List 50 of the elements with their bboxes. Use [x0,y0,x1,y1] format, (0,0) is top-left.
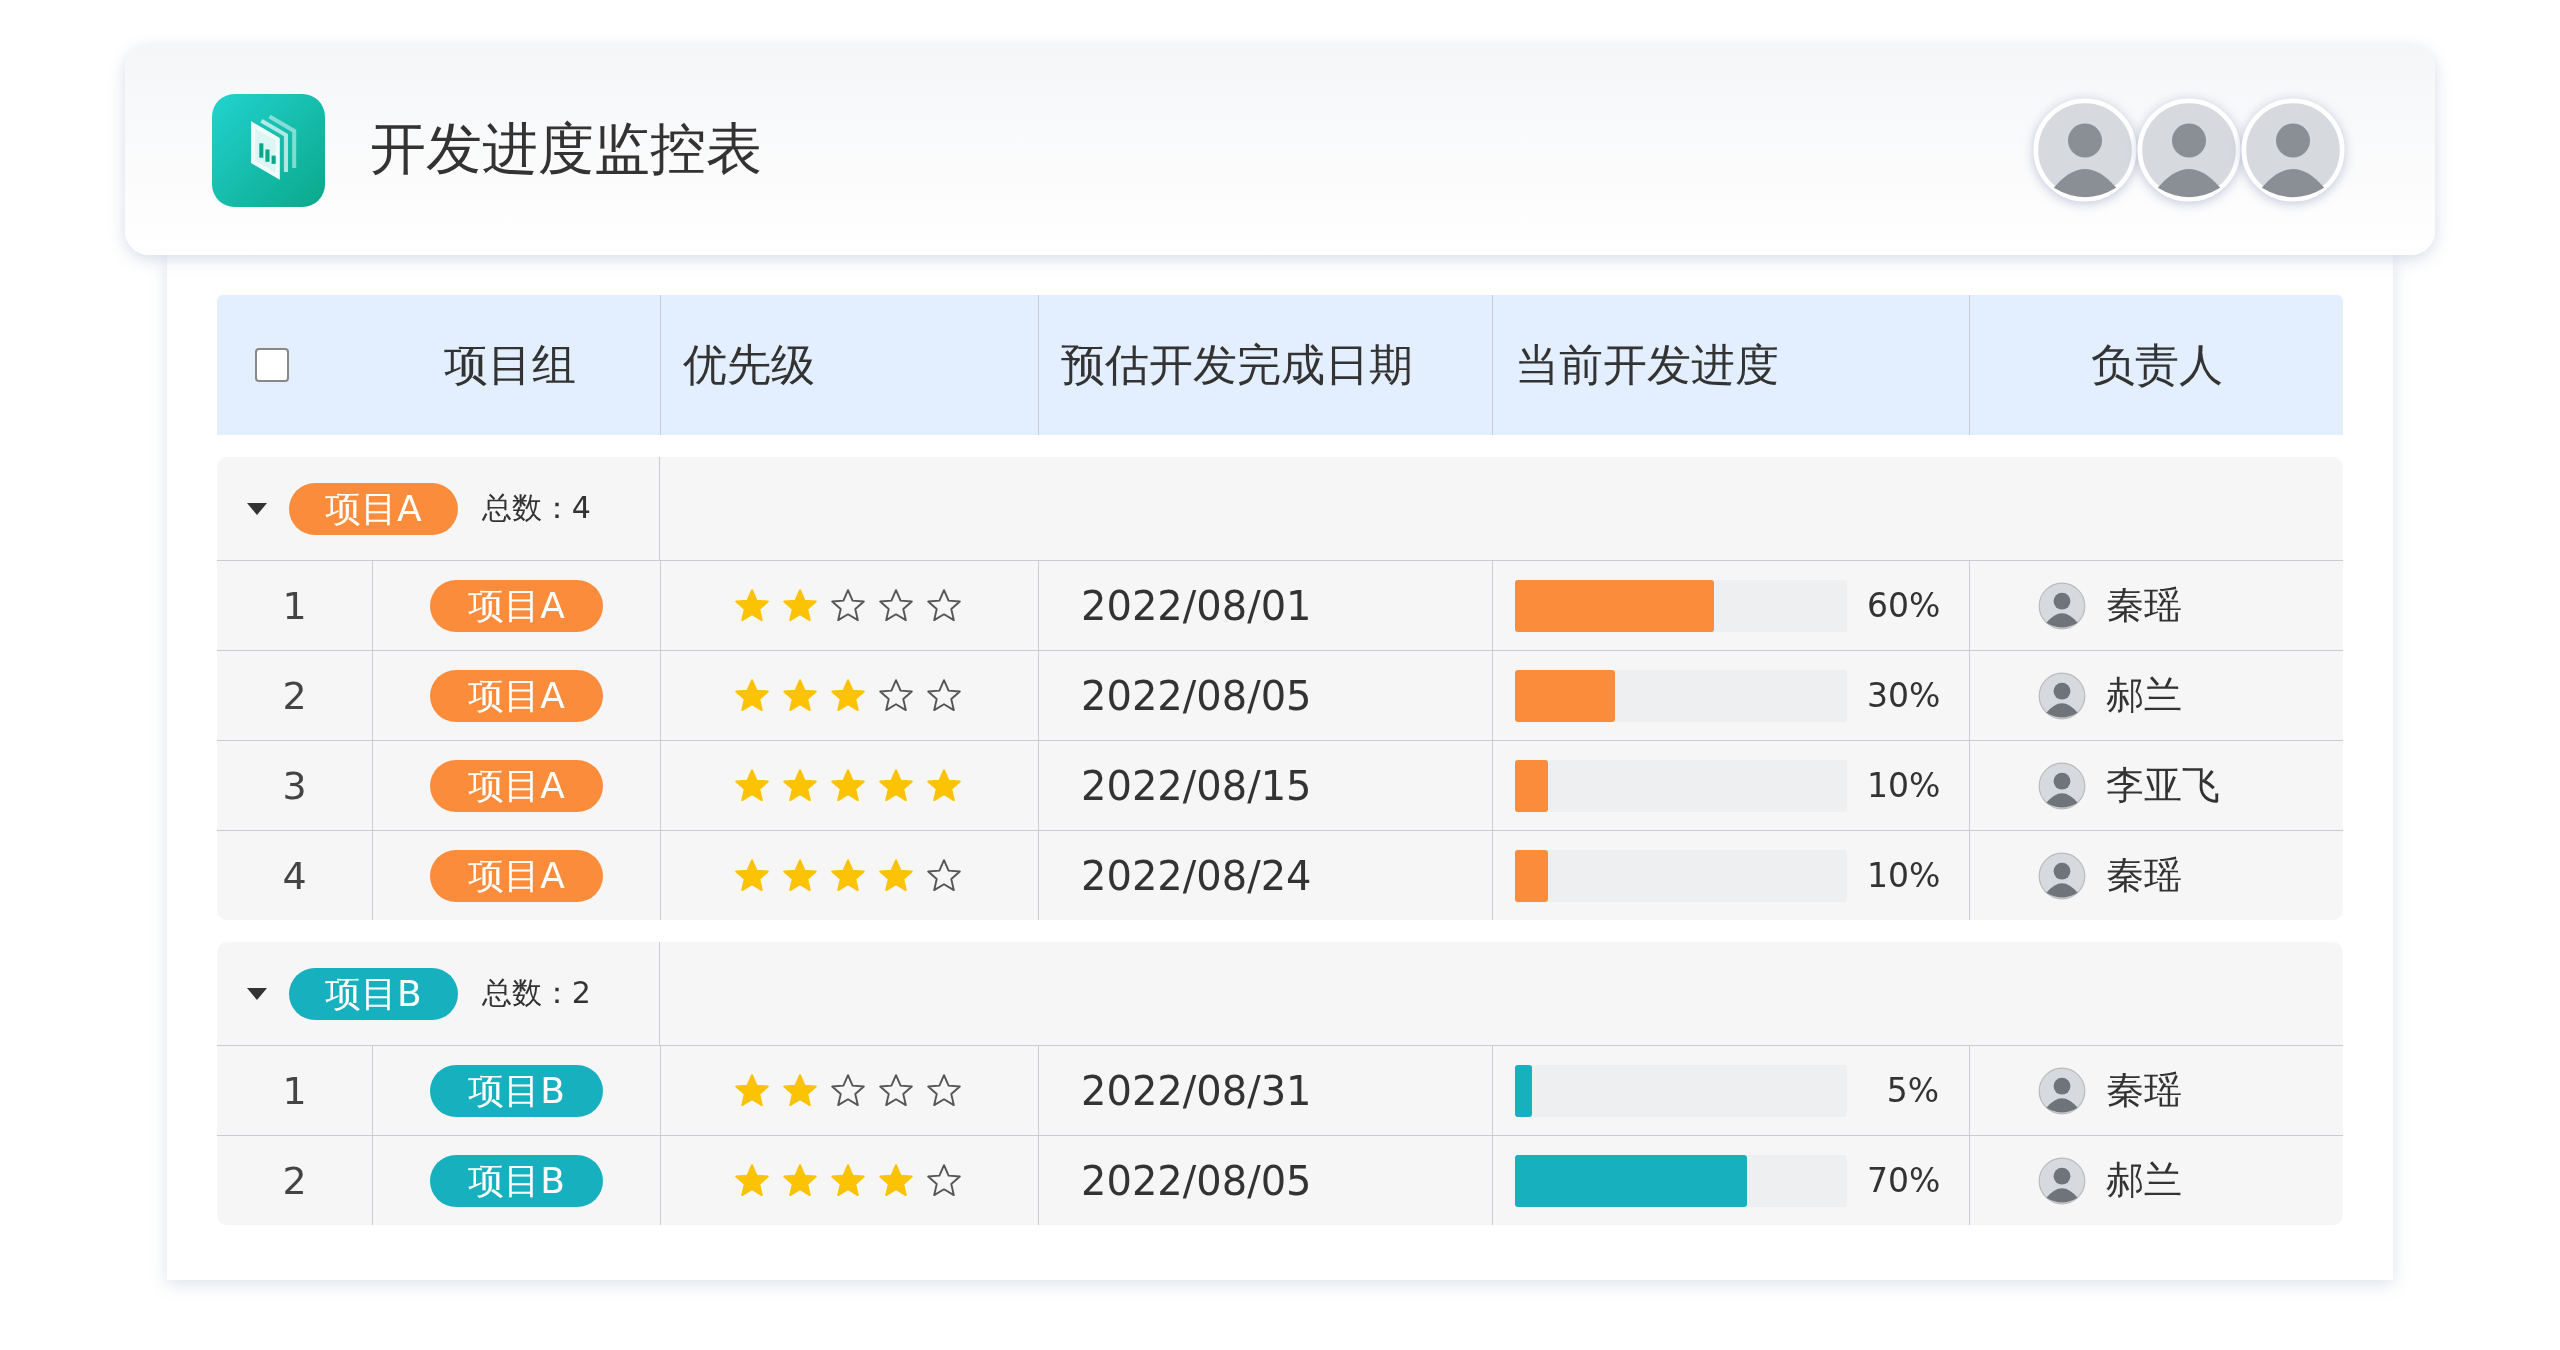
owner-name: 郝兰 [2106,672,2182,719]
column-header: 项目组 [444,337,576,392]
row-index: 2 [282,673,307,718]
avatar-icon [2038,1156,2086,1205]
progress-percent: 5% [1885,1071,1939,1110]
date-text: 2022/08/15 [1080,762,1312,809]
app-title: 开发进度监控表 [370,115,762,183]
app-logo-icon [212,93,325,207]
progress-percent: 60% [1867,586,1939,625]
select-all-checkbox[interactable] [255,348,289,382]
date-text: 2022/08/01 [1080,582,1312,629]
project-tag: 项目A [430,669,603,722]
avatar-icon [2038,581,2086,630]
progress-percent: 70% [1867,1161,1939,1200]
owner-name: 秦瑶 [2106,852,2182,899]
group-count: 总数：2 [481,974,591,1012]
row-index: 2 [282,1158,307,1203]
project-tag: 项目B [430,1154,603,1207]
progress-percent: 10% [1867,856,1939,895]
caret-icon[interactable] [247,502,267,515]
avatar-icon [2038,761,2086,810]
date-text: 2022/08/31 [1080,1067,1312,1114]
owner-name: 郝兰 [2106,1157,2182,1204]
avatar-icon [2038,851,2086,900]
row-index: 1 [282,1068,307,1113]
row-index: 4 [282,853,307,898]
group-count: 总数：4 [481,489,591,527]
owner-name: 李亚飞 [2106,762,2220,809]
project-tag: 项目A [430,849,603,902]
progress-percent: 10% [1867,766,1939,805]
group-tag: 项目A [289,482,458,535]
date-text: 2022/08/24 [1080,852,1312,899]
date-text: 2022/08/05 [1080,672,1312,719]
column-header: 预估开发完成日期 [1061,337,1413,392]
column-header: 优先级 [683,337,815,392]
owner-name: 秦瑶 [2106,582,2182,629]
avatar-icon [2038,1066,2086,1115]
progress-percent: 30% [1867,676,1939,715]
avatar-icon [2038,671,2086,720]
caret-icon[interactable] [247,987,267,1000]
project-tag: 项目A [430,759,603,812]
column-header: 当前开发进度 [1515,337,1779,392]
owner-name: 秦瑶 [2106,1067,2182,1114]
row-index: 3 [282,763,307,808]
column-header: 负责人 [2090,337,2223,392]
row-index: 1 [282,583,307,628]
group-tag: 项目B [289,967,458,1020]
project-tag: 项目A [430,579,603,632]
date-text: 2022/08/05 [1080,1157,1312,1204]
project-tag: 项目B [430,1064,603,1117]
